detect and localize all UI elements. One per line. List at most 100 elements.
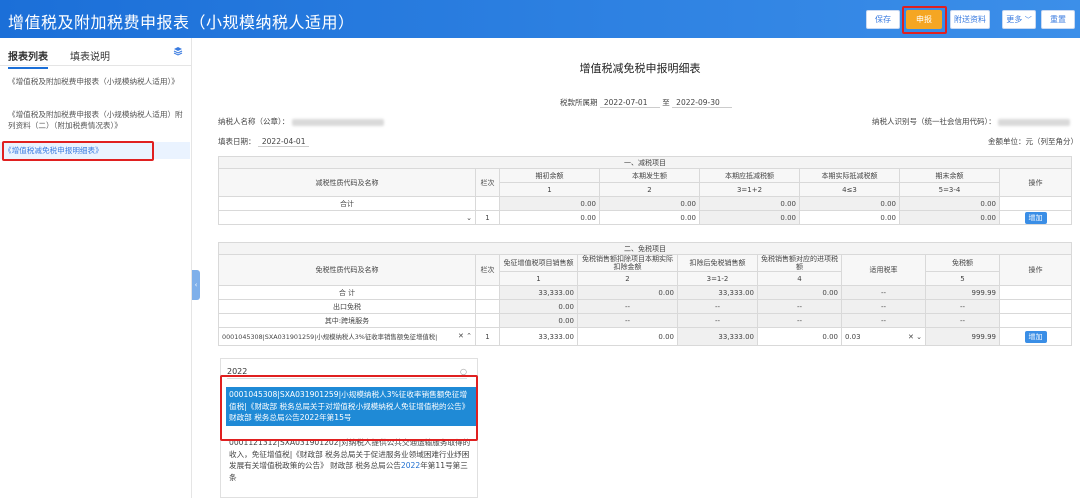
section1-row-header: 栏次 [475,168,500,197]
section2-row-label: 出口免税 [218,299,476,314]
section1-add-button[interactable]: 增加 [1024,211,1047,224]
section2-colnum: 3=1-2 [677,271,758,286]
table-cell: -- [925,299,1000,314]
fill-date: 填表日期： 2022-04-01 [218,136,310,147]
section2-code-select[interactable]: 0001045308|SXA031901259|小规模纳税人3%征收率销售额免征… [218,327,476,346]
section2-code-value: 0001045308|SXA031901259|小规模纳税人3%征收率销售额免征… [222,333,438,341]
sidebar-highlight-box [2,141,154,161]
section1-total-cell: 0.00 [899,196,1000,211]
section2-row-header: 栏次 [475,254,500,286]
taxpayer-id: 纳税人识别号（统一社会信用代码）： [872,116,1071,127]
sidebar: 报表列表 填表说明 《增值税及附加税费申报表（小规模纳税人适用）》 《增值税及附… [0,38,192,498]
section2-colnum: 2 [577,271,678,286]
fill-date-label: 填表日期： [218,137,256,146]
layers-icon[interactable] [173,46,183,56]
section1-calc-cell: 0.00 [899,210,1000,225]
table-cell: -- [577,299,678,314]
section1-col4-header: 本期实际抵减税额 [799,168,900,183]
table-cell: -- [677,313,758,328]
attachments-button[interactable]: 附送资料 [950,10,990,29]
reset-button[interactable]: 重置 [1041,10,1075,29]
table-cell: -- [757,313,842,328]
section1-total-cell: 0.00 [499,196,600,211]
section2-input-cell[interactable]: 0.00 [757,327,842,346]
section2-calc-cell: 999.99 [925,327,1000,346]
section1-colnum: 2 [599,182,700,197]
section2-col4-header: 免税销售额对应的进项税额 [757,254,842,272]
dropdown-option[interactable]: 0001121312|SXA031901202|对纳税人提供公共交通运输服务取得… [226,435,476,485]
section2-col3-header: 扣除后免税销售额 [677,254,758,272]
sidebar-item-attachment-2[interactable]: 《增值税及附加税费申报表（小规模纳税人适用）附列资料（二）（附加税费情况表）》 [8,109,186,131]
reduction-table: 一、减税项目 减税性质代码及名称 栏次 期初余额 本期发生额 本期应抵减税额 本… [218,156,1072,225]
collapse-handle[interactable]: ‹ [192,270,200,300]
section1-code-select[interactable]: ⌄ [218,210,476,225]
section1-col1-header: 期初余额 [499,168,600,183]
section2-input-cell[interactable]: 33,333.00 [499,327,578,346]
period-start-field[interactable]: 2022-07-01 [599,98,660,108]
section2-colnum: 4 [757,271,842,286]
table-cell: -- [841,313,926,328]
period-label: 税款所属期 [560,98,598,107]
taxpayer-name: 纳税人名称（公章）： [218,116,384,127]
chevron-down-icon: ⌄ [466,213,472,222]
tab-report-list[interactable]: 报表列表 [8,48,48,69]
table-row: 0001045308|SXA031901259|小规模纳税人3%征收率销售额免征… [218,327,1073,346]
table-cell: 33,333.00 [499,285,578,300]
table-row: ⌄ 1 0.00 0.00 0.00 0.00 0.00 增加 [218,210,1072,225]
taxpayer-name-label: 纳税人名称（公章）： [218,117,290,126]
section2-row-label: 其中:跨境服务 [218,313,476,328]
section2-op-header: 操作 [998,254,1073,286]
section1-colnum: 5=3-4 [899,182,1000,197]
table-cell: 999.99 [925,285,1000,300]
section1-name-header: 减税性质代码及名称 [218,168,476,197]
page-title: 增值税及附加税费申报表（小规模纳税人适用） [8,13,355,32]
more-label: 更多 [1006,15,1023,24]
more-button[interactable]: 更多 ﹀ [1002,10,1036,29]
section1-row-number: 1 [475,210,500,225]
form-title: 增值税减免税申报明细表 [579,62,701,75]
section1-total-cell: 0.00 [799,196,900,211]
section2-add-button[interactable]: 增加 [1024,330,1047,343]
exemption-table: 二、免税项目 免税性质代码及名称 栏次 免征增值税项目销售额 免税销售额扣除项目… [217,242,1073,346]
table-cell: -- [841,299,926,314]
period-to-label: 至 [662,98,670,107]
table-cell: 0.00 [499,299,578,314]
sidebar-item-main-report[interactable]: 《增值税及附加税费申报表（小规模纳税人适用）》 [8,76,186,87]
table-row: 其中:跨境服务 0.00 -- -- -- -- -- [218,313,1073,328]
redacted-taxpayer-name [291,118,384,126]
save-button[interactable]: 保存 [866,10,900,29]
fill-date-field[interactable]: 2022-04-01 [257,137,310,147]
section1-calc-cell: 0.00 [699,210,800,225]
section1-total-label: 合计 [218,196,476,211]
clear-icon[interactable]: ✕ ⌃ [458,332,472,340]
section2-title: 二、免税项目 [217,242,1073,255]
dropdown-option-match: 2022 [400,461,421,470]
section2-col1-header: 免征增值税项目销售额 [499,254,578,272]
dropdown-highlight-box [220,375,478,441]
section1-col5-header: 期末余额 [899,168,1000,183]
taxpayer-id-label: 纳税人识别号（统一社会信用代码）： [872,117,996,126]
table-cell: 0.00 [577,285,678,300]
section1-input-cell[interactable]: 0.00 [799,210,900,225]
section2-row-number: 1 [475,327,500,346]
tax-period: 税款所属期 2022-07-01 至 2022-09-30 [560,97,733,108]
app-header: 增值税及附加税费申报表（小规模纳税人适用） 保存 申报 附送资料 更多 ﹀ 重置 [0,0,1080,38]
table-cell: -- [841,285,926,300]
section1-colnum: 1 [499,182,600,197]
section1-input-cell[interactable]: 0.00 [599,210,700,225]
unit-label: 金额单位：元（列至角分） [988,137,1078,146]
table-cell: -- [757,299,842,314]
section2-input-cell[interactable]: 0.00 [577,327,678,346]
section2-colnum: 1 [499,271,578,286]
period-end-field[interactable]: 2022-09-30 [672,98,733,108]
tab-instructions[interactable]: 填表说明 [70,48,110,63]
table-cell: -- [577,313,678,328]
section1-op-header: 操作 [999,168,1072,197]
redacted-taxpayer-id [998,118,1071,126]
section2-row-label: 合 计 [218,285,476,300]
section2-rate-select[interactable]: 0.03 ✕ ⌄ [841,327,926,346]
section2-colnum: 5 [925,271,1000,286]
section2-rate-header: 适用税率 [841,254,926,286]
table-cell: -- [925,313,1000,328]
section1-input-cell[interactable]: 0.00 [499,210,600,225]
